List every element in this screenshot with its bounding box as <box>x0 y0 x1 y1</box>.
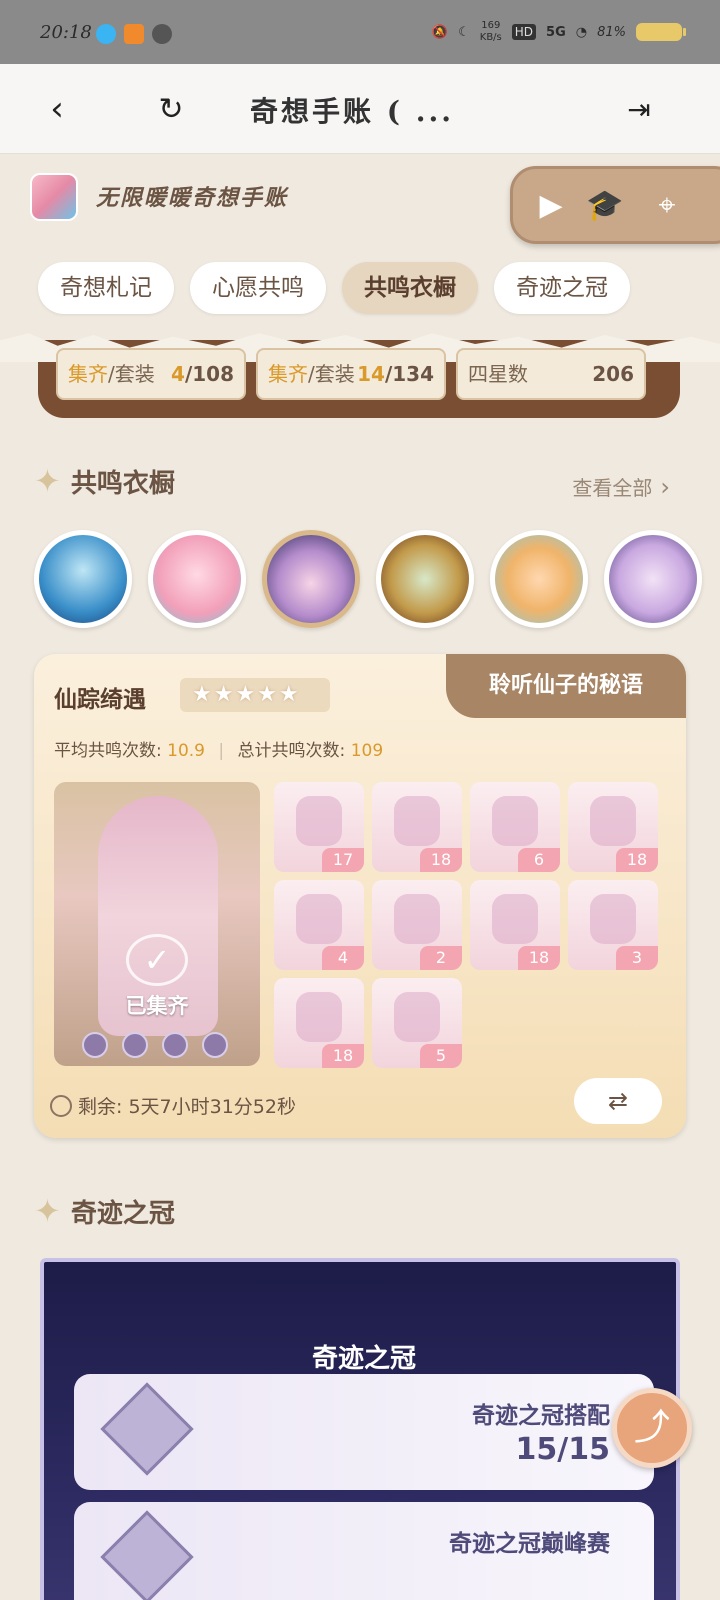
status-right: 🔕 ☾ 169 KB/s HD 5G ◔ 81% <box>431 20 686 44</box>
page-title: 奇想手账 ( ... <box>250 95 454 128</box>
crown-outfit-row[interactable]: 奇迹之冠搭配 15/15 <box>74 1374 654 1490</box>
crown-emblem-icon <box>100 1510 194 1600</box>
status-time: 20:18 <box>40 22 92 43</box>
outfit-banner: 聆听仙子的秘语 <box>446 654 686 718</box>
collected-label: 已集齐 <box>125 994 189 1018</box>
crown-outfit-progress: 15/15 <box>515 1432 610 1467</box>
outfit-avatar-2[interactable] <box>148 530 246 628</box>
battery-icon <box>636 23 686 41</box>
swap-button[interactable]: ⇄ <box>574 1078 662 1124</box>
app-logo <box>30 173 78 221</box>
map-pin-icon[interactable]: ⌖ <box>647 185 687 225</box>
rose-emblem-icon <box>100 1382 194 1476</box>
network-rate: 169 KB/s <box>479 20 502 43</box>
signal-label: 5G <box>546 24 566 40</box>
stage-4-icon <box>202 1032 228 1058</box>
crown-section-head: ✦ 奇迹之冠 <box>34 1192 175 1230</box>
piece-stockings[interactable]: 18 <box>568 782 658 872</box>
battery-text: 81% <box>597 24 626 40</box>
share-button[interactable]: ⤴ <box>612 1388 692 1468</box>
qq-icon <box>96 24 116 44</box>
stage-1-icon <box>82 1032 108 1058</box>
crown-section-title: 奇迹之冠 <box>70 1198 175 1229</box>
tab-bar: 奇想札记 心愿共鸣 共鸣衣橱 奇迹之冠 <box>38 262 630 314</box>
sparkle-icon: ✦ <box>34 1192 61 1230</box>
piece-shoes[interactable]: 18 <box>372 782 462 872</box>
miracle-crown-panel: 奇迹之冠 奇迹之冠搭配 15/15 奇迹之冠巅峰赛 <box>40 1258 680 1600</box>
outfit-preview[interactable]: ✓ 已集齐 <box>54 782 260 1066</box>
piece-bracelet[interactable]: 18 <box>274 978 364 1068</box>
wardrobe-section-title: 共鸣衣橱 <box>70 468 175 499</box>
tab-notes[interactable]: 奇想札记 <box>38 262 174 314</box>
piece-gloves[interactable]: 5 <box>372 978 462 1068</box>
outfit-avatar-6[interactable] <box>604 530 702 628</box>
remaining-time: 剩余: 5天7小时31分52秒 <box>50 1092 296 1119</box>
nav-bar: ‹ ↻ 奇想手账 ( ... ⇥ <box>0 64 720 154</box>
tab-wish-resonance[interactable]: 心愿共鸣 <box>190 262 326 314</box>
wifi-icon: ◔ <box>575 24 588 40</box>
play-icon[interactable]: ▶ <box>531 185 571 225</box>
check-icon: ✓ <box>126 934 188 986</box>
moon-icon: ☾ <box>458 24 470 40</box>
graduation-cap-icon[interactable]: 🎓 <box>585 185 625 225</box>
wardrobe-section-head: ✦ 共鸣衣橱 <box>34 462 175 500</box>
crown-panel-title: 奇迹之冠 <box>311 1344 416 1374</box>
stat-sets-2: 集齐/套装 14/134 <box>256 348 446 400</box>
piece-necklace[interactable]: 4 <box>274 880 364 970</box>
stat-four-star: 四星数 206 <box>456 348 646 400</box>
exit-icon[interactable]: ⇥ <box>614 84 664 134</box>
chevron-right-icon: › <box>660 473 670 501</box>
outfit-avatar-3-selected[interactable] <box>262 530 360 628</box>
back-icon[interactable]: ‹ <box>32 84 82 134</box>
app-name: 无限暖暖奇想手账 <box>96 185 289 211</box>
clock-icon <box>50 1095 72 1117</box>
tab-miracle-crown[interactable]: 奇迹之冠 <box>494 262 630 314</box>
app-notify2-icon <box>152 24 172 44</box>
tab-resonance-wardrobe[interactable]: 共鸣衣橱 <box>342 262 478 314</box>
crown-peak-row[interactable]: 奇迹之冠巅峰赛 <box>74 1502 654 1600</box>
outfit-stats: 平均共鸣次数: 10.9 | 总计共鸣次数: 109 <box>54 741 384 761</box>
notification-icons <box>96 24 172 44</box>
tool-pill: ▶ 🎓 ⌖ <box>510 166 720 244</box>
stat-sets: 集齐/套装 4/108 <box>56 348 246 400</box>
refresh-icon[interactable]: ↻ <box>146 84 196 134</box>
outfit-name: 仙踪绮遇 <box>54 687 146 713</box>
piece-headpiece[interactable]: 3 <box>568 880 658 970</box>
piece-earrings[interactable]: 18 <box>470 880 560 970</box>
hd-icon: HD <box>511 24 537 40</box>
outfit-stars: ★★★★★ <box>180 678 330 712</box>
evolution-stages <box>82 1032 228 1058</box>
status-bar: 20:18 🔕 ☾ 169 KB/s HD 5G ◔ 81% <box>0 0 720 64</box>
mute-icon: 🔕 <box>431 24 449 40</box>
stage-3-icon <box>162 1032 188 1058</box>
crown-outfit-title: 奇迹之冠搭配 <box>472 1403 610 1429</box>
app-notify-icon <box>124 24 144 44</box>
sparkle-icon: ✦ <box>34 462 61 500</box>
crown-peak-title: 奇迹之冠巅峰赛 <box>449 1531 610 1557</box>
piece-dress[interactable]: 6 <box>470 782 560 872</box>
see-all-link[interactable]: 查看全部 › <box>572 472 670 501</box>
outfit-avatar-4[interactable] <box>376 530 474 628</box>
piece-hair[interactable]: 17 <box>274 782 364 872</box>
piece-wings[interactable]: 2 <box>372 880 462 970</box>
outfit-avatar-1[interactable] <box>34 530 132 628</box>
outfit-card: 仙踪绮遇 ★★★★★ 聆听仙子的秘语 平均共鸣次数: 10.9 | 总计共鸣次数… <box>34 654 686 1138</box>
stage-2-icon <box>122 1032 148 1058</box>
outfit-avatar-5[interactable] <box>490 530 588 628</box>
